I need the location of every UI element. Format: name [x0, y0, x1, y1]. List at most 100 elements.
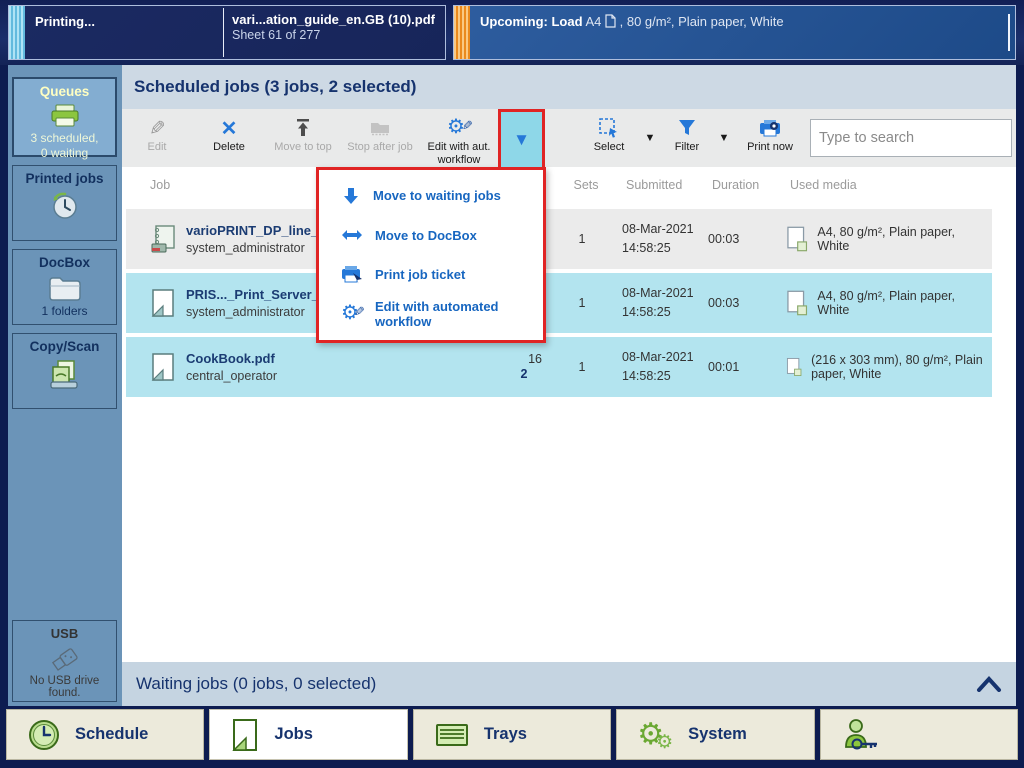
print-ticket-icon [342, 265, 362, 284]
job-used-media: A4, 80 g/m², Plain paper, White [774, 289, 992, 317]
job-duration: 00:03 [708, 296, 740, 310]
current-job-info: vari...ation_guide_en.GB (10).pdf Sheet … [224, 6, 445, 59]
job-sets: 1 [578, 296, 586, 310]
delete-button-label: Delete [213, 141, 245, 153]
sidebar-item-docbox[interactable]: DocBox 1 folders [12, 249, 117, 325]
stop-after-job-label: Stop after job [347, 141, 413, 153]
stop-after-job-icon [371, 123, 389, 136]
waiting-jobs-bar[interactable]: Waiting jobs (0 jobs, 0 selected) [122, 662, 1016, 706]
job-sets: 1 [578, 360, 586, 374]
divider [1008, 14, 1010, 51]
column-header-submitted[interactable]: Submitted [626, 178, 712, 192]
job-pages: 16 2 [520, 352, 542, 381]
edit-button[interactable]: ✎ Edit [122, 109, 192, 167]
copier-icon [49, 360, 78, 389]
sidebar-item-usb[interactable]: USB No USB drive found. [12, 620, 117, 702]
queues-waiting-count: 0 waiting [40, 146, 89, 160]
job-submitted: 08-Mar-2021 14:58:25 [622, 349, 694, 383]
print-now-label: Print now [747, 141, 793, 153]
sidebar-item-printed-jobs[interactable]: Printed jobs [12, 165, 117, 241]
folder-icon [48, 277, 81, 301]
column-header-used-media[interactable]: Used media [778, 178, 1016, 192]
table-row-cookbook[interactable]: CookBook.pdf central_operator 16 2 1 08-… [126, 337, 992, 397]
tab-system-label: System [688, 725, 747, 743]
move-to-top-label: Move to top [274, 141, 332, 153]
current-job-sheet-progress: Sheet 61 of 277 [232, 28, 321, 42]
tab-trays[interactable]: Trays [412, 709, 612, 760]
delete-button[interactable]: ✕ Delete [192, 109, 266, 167]
page-icon [605, 14, 616, 28]
print-now-button[interactable]: Print now [738, 109, 802, 167]
jobs-table-header: Job Pages Sets Submitted Duration Used m… [122, 167, 1016, 203]
usb-drive-icon [51, 648, 78, 671]
filter-options-arrow[interactable]: ▼ [714, 109, 734, 167]
scheduled-jobs-title: Scheduled jobs (3 jobs, 2 selected) [134, 77, 417, 96]
move-to-top-button[interactable]: Move to top [266, 109, 340, 167]
current-job-status-panel[interactable]: Printing... vari...ation_guide_en.GB (10… [8, 5, 446, 60]
column-header-sets[interactable]: Sets [546, 178, 626, 192]
menu-item-move-to-docbox[interactable]: Move to DocBox [319, 216, 543, 256]
tab-schedule[interactable]: Schedule [6, 709, 205, 760]
printing-activity-indicator [9, 6, 25, 59]
job-submitted: 08-Mar-2021 14:58:25 [622, 221, 694, 255]
stop-after-job-button[interactable]: Stop after job [340, 109, 420, 167]
docbox-folder-count: 1 folders [41, 304, 88, 318]
search-box [810, 119, 1012, 157]
expand-waiting-jobs-button[interactable] [976, 676, 1002, 692]
menu-item-move-to-waiting[interactable]: Move to waiting jobs [319, 176, 543, 216]
menu-item-print-job-ticket[interactable]: Print job ticket [319, 255, 543, 295]
sidebar: Queues 3 scheduled, 0 waiting Printed jo… [8, 65, 122, 706]
sidebar-docbox-label: DocBox [38, 255, 90, 270]
printing-status-text: Printing... [35, 14, 95, 29]
printer-status-bar: Printing... vari...ation_guide_en.GB (10… [0, 0, 1024, 65]
select-button[interactable]: Select [580, 109, 638, 167]
current-job-name: vari...ation_guide_en.GB (10).pdf [232, 12, 435, 27]
jobs-document-icon [232, 718, 258, 751]
table-row-prisma[interactable]: PRIS..._Print_Server_Admini system_admin… [126, 273, 992, 333]
sidebar-copy-scan-label: Copy/Scan [29, 339, 100, 354]
edit-with-workflow-button[interactable]: ⚙ ✎ Edit with aut. workflow [420, 109, 498, 167]
waiting-jobs-title: Waiting jobs (0 jobs, 0 selected) [136, 674, 377, 693]
document-job-icon [151, 289, 174, 317]
scheduled-jobs-panel: Scheduled jobs (3 jobs, 2 selected) ✎ Ed… [122, 65, 1016, 662]
chevron-up-icon [977, 676, 1001, 692]
job-name: CookBook.pdf [186, 351, 275, 366]
tab-system[interactable]: ⚙ ⚙ System [616, 709, 815, 760]
search-input[interactable] [819, 130, 1006, 146]
table-row-varioprint[interactable]: varioPRINT_DP_line_Operat system_adminis… [126, 209, 992, 269]
sidebar-printed-jobs-label: Printed jobs [25, 171, 104, 186]
operator-key-icon [844, 718, 877, 749]
pencil-icon: ✎ [148, 117, 166, 140]
job-used-media: A4, 80 g/m², Plain paper, White [774, 225, 992, 253]
job-duration: 00:01 [708, 360, 740, 374]
filter-funnel-icon [679, 120, 695, 135]
upcoming-action-panel[interactable]: Upcoming: Load A4 , 80 g/m², Plain paper… [453, 5, 1016, 60]
main-navigation-tabs: Schedule Jobs Trays ⚙ ⚙ System [0, 706, 1024, 768]
edit-with-workflow-label: Edit with aut. workflow [427, 141, 491, 166]
job-owner: central_operator [186, 369, 278, 383]
scheduled-jobs-header: Scheduled jobs (3 jobs, 2 selected) [122, 65, 1016, 109]
move-to-top-icon [297, 119, 309, 136]
upcoming-warning-indicator [454, 6, 470, 59]
media-sheet-icon [786, 357, 802, 376]
filter-button[interactable]: Filter [662, 109, 712, 167]
document-job-icon [151, 353, 174, 381]
media-sheet-icon [787, 226, 808, 252]
queues-scheduled-count: 3 scheduled, [30, 131, 99, 145]
tab-jobs[interactable]: Jobs [209, 709, 408, 760]
print-now-icon [760, 120, 780, 137]
menu-item-edit-automated-workflow[interactable]: ⚙ ✎ Edit with automated workflow [319, 295, 543, 335]
select-options-arrow[interactable]: ▼ [640, 109, 660, 167]
system-gears-icon: ⚙ ⚙ [637, 717, 674, 753]
sidebar-item-queues[interactable]: Queues 3 scheduled, 0 waiting [12, 77, 117, 160]
gear-pencil-icon: ⚙ ✎ [341, 302, 365, 325]
job-duration: 00:03 [708, 232, 740, 246]
delete-x-icon: ✕ [220, 117, 238, 140]
column-header-duration[interactable]: Duration [712, 178, 778, 192]
select-button-label: Select [593, 141, 625, 153]
job-sets: 1 [578, 232, 586, 246]
tab-login[interactable] [819, 709, 1019, 760]
sidebar-item-copy-scan[interactable]: Copy/Scan [12, 333, 117, 409]
more-actions-dropdown-toggle[interactable]: ▼ [498, 109, 545, 167]
job-used-media: (216 x 303 mm), 80 g/m², Plain paper, Wh… [774, 353, 992, 381]
